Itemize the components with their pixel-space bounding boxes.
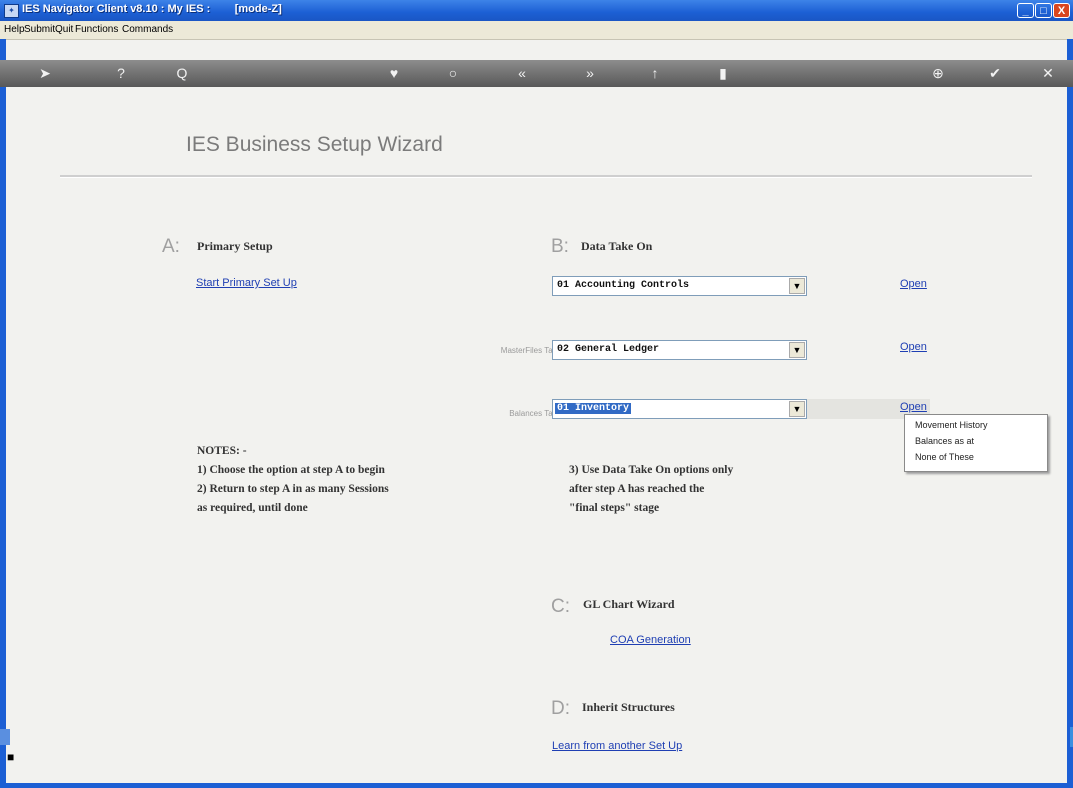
refresh-icon[interactable]: ○ [443, 62, 463, 84]
print-icon[interactable]: ⊕ [928, 62, 948, 84]
menu-submit[interactable]: Submit [24, 24, 55, 35]
arrow-icon[interactable]: ➤ [30, 62, 60, 84]
menu-item-balances-as-at[interactable]: Balances as at [915, 436, 974, 446]
menu-item-none-of-these[interactable]: None of These [915, 452, 974, 462]
balances-select[interactable]: 01 Inventory ▼ [552, 399, 807, 419]
section-a-title: Primary Setup [197, 239, 273, 253]
content-top-strip [6, 40, 1067, 60]
open-link-masterfiles[interactable]: Open [900, 341, 927, 353]
balances-select-value: 01 Inventory [555, 403, 632, 414]
section-d-title: Inherit Structures [582, 700, 675, 714]
section-d-letter: D: [551, 698, 570, 719]
close-button[interactable]: X [1053, 3, 1070, 18]
notes-right: 3) Use Data Take On options only after s… [569, 464, 734, 514]
forward-icon[interactable]: » [580, 62, 600, 84]
back-icon[interactable]: « [512, 62, 532, 84]
window-border-right [1067, 39, 1073, 788]
page-title: IES Business Setup Wizard [186, 133, 443, 156]
masterfiles-select[interactable]: 02 General Ledger ▼ [552, 340, 807, 360]
open-link-balances[interactable]: Open [900, 401, 927, 413]
side-marker-icon: ■ [7, 750, 15, 764]
maximize-button[interactable]: □ [1035, 3, 1052, 18]
context-menu: Movement History Balances as at None of … [904, 414, 1048, 472]
help-select[interactable]: 01 Accounting Controls ▼ [552, 276, 807, 296]
section-c-letter: C: [551, 596, 570, 617]
help-icon[interactable]: ? [111, 62, 131, 84]
learn-from-another-setup-link[interactable]: Learn from another Set Up [552, 740, 682, 752]
close-icon[interactable]: ✕ [1038, 62, 1058, 84]
section-b-title: Data Take On [581, 239, 653, 253]
section-a-letter: A: [162, 236, 180, 257]
check-icon[interactable]: ✔ [985, 62, 1005, 84]
menu-functions[interactable]: Functions [75, 24, 118, 35]
coa-generation-link[interactable]: COA Generation [610, 634, 691, 646]
masterfiles-select-value: 02 General Ledger [557, 344, 660, 355]
search-icon[interactable]: Q [172, 62, 192, 84]
window-title: IES Navigator Client v8.10 : My IES : [m… [22, 3, 282, 15]
stop-icon[interactable]: ▮ [713, 62, 733, 84]
divider [60, 175, 1032, 178]
section-c-title: GL Chart Wizard [583, 597, 675, 611]
section-b-letter: B: [551, 236, 569, 257]
start-primary-setup-link[interactable]: Start Primary Set Up [196, 277, 297, 289]
side-tab-button[interactable] [0, 729, 10, 745]
menu-quit[interactable]: Quit [55, 24, 73, 35]
app-icon: ✦ [4, 4, 19, 18]
chevron-down-icon[interactable]: ▼ [789, 342, 805, 358]
open-link-help[interactable]: Open [900, 278, 927, 290]
heart-icon[interactable]: ♥ [384, 62, 404, 84]
menu-commands[interactable]: Commands [122, 24, 173, 35]
chevron-down-icon[interactable]: ▼ [789, 401, 805, 417]
chevron-down-icon[interactable]: ▼ [789, 278, 805, 294]
menu-item-movement-history[interactable]: Movement History [915, 420, 988, 430]
help-select-value: 01 Accounting Controls [557, 280, 690, 291]
up-icon[interactable]: ↑ [645, 62, 665, 84]
toolbar [0, 60, 1073, 87]
notes-left: NOTES: - 1) Choose the option at step A … [197, 445, 389, 514]
window-border-bottom [0, 783, 1073, 788]
minimize-button[interactable]: _ [1017, 3, 1034, 18]
menu-help[interactable]: Help [4, 24, 25, 35]
